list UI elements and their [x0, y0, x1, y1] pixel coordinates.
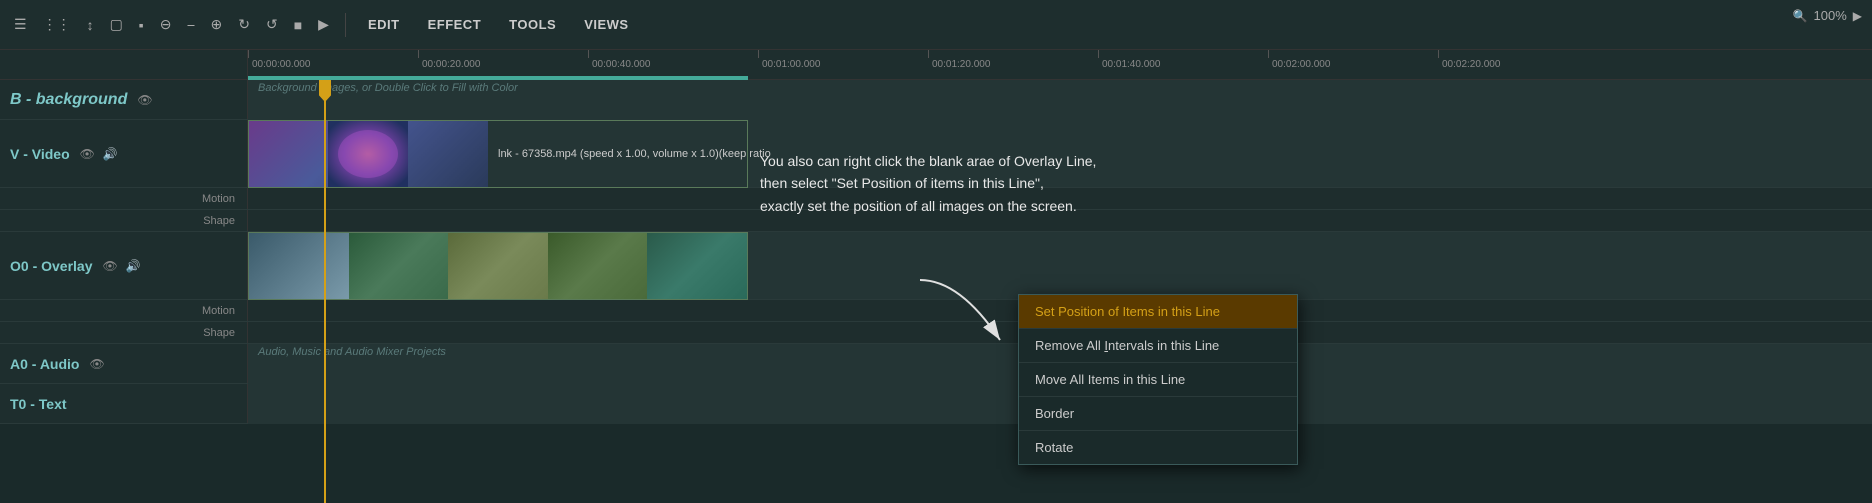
overlay-thumb-2 [349, 233, 449, 299]
ruler-label-col [0, 50, 248, 79]
aspect-icon[interactable]: ▪ [135, 13, 148, 37]
effect-menu[interactable]: EFFECT [418, 13, 492, 36]
audio-track-row: A0 - Audio 👁 Audio, Music and Audio Mixe… [0, 344, 1872, 384]
video-motion-content [248, 188, 1872, 209]
plus-circle-icon[interactable]: ⊕ [207, 12, 227, 37]
edit-menu[interactable]: EDIT [358, 13, 410, 36]
menu-item-set-position-label: Set Position of Items in this Line [1035, 304, 1220, 319]
overlay-motion-label: Motion [0, 300, 248, 321]
tools-menu[interactable]: TOOLS [499, 13, 566, 36]
menu-item-rotate[interactable]: Rotate [1019, 431, 1297, 464]
audio-track-label: A0 - Audio 👁 [0, 344, 248, 383]
overlay-thumb-4 [548, 233, 648, 299]
tick-5: 00:01:40.000 [1098, 50, 1160, 79]
background-track-name: B - background [10, 91, 127, 109]
up-arrow-icon[interactable]: ↕ [83, 13, 98, 37]
video-track-content[interactable]: lnk - 67358.mp4 (speed x 1.00, volume x … [248, 120, 1872, 187]
overlay-thumbnails [248, 232, 748, 300]
tick-2: 00:00:40.000 [588, 50, 650, 79]
audio-icon-overlay[interactable]: 🔊 [126, 259, 141, 273]
overlay-thumb-3 [448, 233, 548, 299]
video-motion-label: Motion [0, 188, 248, 209]
video-track-name: V - Video [10, 146, 70, 162]
ruler-ticks: 00:00:00.000 00:00:20.000 00:00:40.000 0… [248, 50, 1872, 79]
play-icon[interactable]: ▶ [314, 12, 333, 37]
tick-6: 00:02:00.000 [1268, 50, 1330, 79]
video-shape-content [248, 210, 1872, 231]
menu-item-set-position[interactable]: Set Position of Items in this Line [1019, 295, 1297, 329]
background-track-content[interactable]: Background Images, or Double Click to Fi… [248, 80, 1872, 120]
tick-3: 00:01:00.000 [758, 50, 820, 79]
video-shape-row: Shape [0, 210, 1872, 232]
overlay-motion-row: Motion [0, 300, 1872, 322]
overlay-track-row: O0 - Overlay 👁 🔊 [0, 232, 1872, 300]
views-menu[interactable]: VIEWS [574, 13, 638, 36]
eye-icon-video[interactable]: 👁 [80, 147, 95, 161]
video-shape-label: Shape [0, 210, 248, 231]
eye-icon-audio[interactable]: 👁 [89, 357, 104, 371]
tick-0: 00:00:00.000 [248, 50, 310, 79]
minus-circle-icon[interactable]: ⊖ [156, 12, 176, 37]
text-track-row: T0 - Text [0, 384, 1872, 424]
wave-icon[interactable]: ⎯ [184, 12, 199, 37]
progress-bar [248, 76, 748, 80]
zoom-area: 🔍 100% ▶ [1793, 8, 1862, 23]
toolbar: ☰ ⋮⋮ ↕ ▢ ▪ ⊖ ⎯ ⊕ ↻ ↺ ■ ▶ EDIT EFFECT TOO… [0, 0, 1872, 50]
overlay-thumb-5 [647, 233, 747, 299]
overlay-shape-label: Shape [0, 322, 248, 343]
tick-4: 00:01:20.000 [928, 50, 990, 79]
overlay-thumb-1 [249, 233, 349, 299]
zoom-in-icon[interactable]: 🔍 [1793, 9, 1808, 23]
menu-item-border[interactable]: Border [1019, 397, 1297, 431]
main-area: 00:00:00.000 00:00:20.000 00:00:40.000 0… [0, 50, 1872, 503]
video-track-row: V - Video 👁 🔊 [0, 120, 1872, 188]
menu-item-remove-intervals-label: Remove All Intervals in this Line [1035, 338, 1219, 353]
text-track-label: T0 - Text [0, 384, 248, 423]
audio-track-name: A0 - Audio [10, 356, 79, 372]
tick-1: 00:00:20.000 [418, 50, 480, 79]
zoom-level: 100% [1814, 8, 1847, 23]
overlay-track-name: O0 - Overlay [10, 258, 93, 274]
overlay-track-label: O0 - Overlay 👁 🔊 [0, 232, 248, 299]
stop-icon[interactable]: ■ [290, 13, 306, 37]
zoom-expand-icon[interactable]: ▶ [1853, 9, 1862, 23]
eye-icon-overlay[interactable]: 👁 [103, 259, 118, 273]
grid-icon[interactable]: ⋮⋮ [39, 12, 75, 37]
redo-icon[interactable]: ↺ [262, 12, 282, 37]
menu-item-move-all-items-label: Move All Items in this Line [1035, 372, 1185, 387]
frame-icon[interactable]: ▢ [106, 12, 127, 37]
menu-icon[interactable]: ☰ [10, 12, 31, 37]
video-track-label: V - Video 👁 🔊 [0, 120, 248, 187]
context-menu: Set Position of Items in this Line Remov… [1018, 294, 1298, 465]
background-track-row: B - background 👁 Background Images, or D… [0, 80, 1872, 120]
menu-item-remove-intervals[interactable]: Remove All Intervals in this Line [1019, 329, 1297, 363]
audio-hint: Audio, Music and Audio Mixer Projects [248, 340, 456, 364]
audio-icon-video[interactable]: 🔊 [103, 147, 118, 161]
menu-item-rotate-label: Rotate [1035, 440, 1073, 455]
eye-icon[interactable]: 👁 [137, 93, 152, 107]
divider-1 [345, 13, 346, 37]
menu-item-border-label: Border [1035, 406, 1074, 421]
undo-icon[interactable]: ↻ [234, 12, 254, 37]
video-motion-row: Motion [0, 188, 1872, 210]
playhead-line [324, 100, 326, 503]
background-track-label: B - background 👁 [0, 80, 248, 119]
menu-item-move-all-items[interactable]: Move All Items in this Line [1019, 363, 1297, 397]
overlay-track-content[interactable] [248, 232, 1872, 299]
video-clip-label: lnk - 67358.mp4 (speed x 1.00, volume x … [498, 148, 771, 160]
text-track-name: T0 - Text [10, 396, 67, 412]
tick-7: 00:02:20.000 [1438, 50, 1500, 79]
